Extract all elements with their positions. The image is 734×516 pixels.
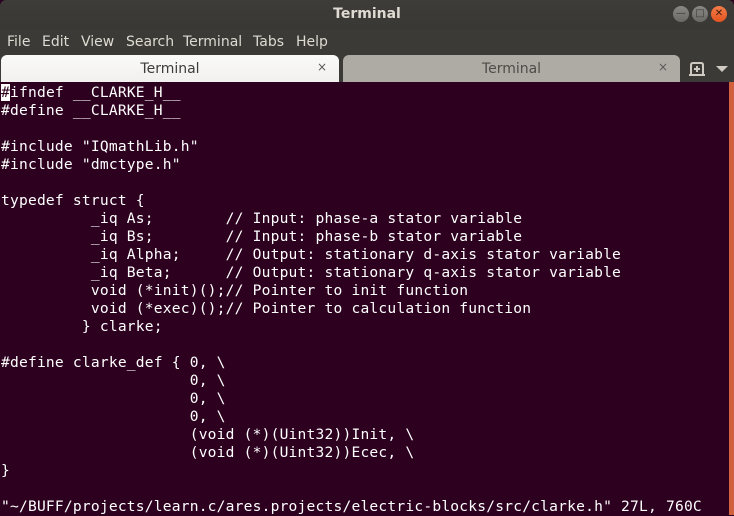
terminal-line: _iq Beta; // Output: stationary q-axis s… — [1, 264, 622, 281]
tab-close-icon[interactable]: × — [317, 60, 327, 74]
window-title: Terminal — [333, 6, 401, 22]
terminal-line: _iq Alpha; // Output: stationary d-axis … — [1, 246, 622, 263]
menu-bar: File Edit View Search Terminal Tabs Help — [0, 29, 734, 55]
tab-terminal-2[interactable]: Terminal × — [343, 55, 680, 82]
close-icon: ✕ — [714, 8, 724, 19]
minimize-icon: — — [676, 8, 686, 19]
terminal-line: } clarke; — [1, 318, 163, 335]
menu-help[interactable]: Help — [296, 34, 328, 50]
cursor: # — [1, 84, 10, 101]
close-button[interactable]: ✕ — [711, 6, 727, 22]
menu-search[interactable]: Search — [126, 34, 174, 50]
tab-close-icon[interactable]: × — [658, 60, 668, 74]
terminal-line: ifndef __CLARKE_H__ — [10, 84, 181, 101]
tab-menu-button[interactable] — [716, 66, 728, 72]
tab-label: Terminal — [481, 61, 542, 77]
tab-label: Terminal — [140, 61, 200, 77]
new-tab-button[interactable] — [688, 60, 706, 78]
terminal-line: 0, \ — [1, 372, 226, 389]
terminal-line: #include "dmctype.h" — [1, 156, 181, 173]
terminal-line: void (*exec)();// Pointer to calculation… — [1, 300, 532, 317]
minimize-button[interactable]: — — [673, 6, 689, 22]
terminal-line: (void (*)(Uint32))Ecec, \ — [1, 444, 415, 461]
terminal-line: 0, \ — [1, 408, 226, 425]
vim-status-line: "~/BUFF/projects/learn.c/ares.projects/e… — [1, 498, 702, 515]
terminal-line: _iq Bs; // Input: phase-b stator variabl… — [1, 228, 523, 245]
menu-edit[interactable]: Edit — [42, 34, 69, 50]
menu-file[interactable]: File — [7, 34, 30, 50]
scrollbar[interactable] — [729, 82, 734, 515]
terminal-content: #ifndef __CLARKE_H__ #define __CLARKE_H_… — [1, 84, 621, 480]
new-tab-icon — [689, 62, 705, 76]
terminal-area[interactable]: #ifndef __CLARKE_H__ #define __CLARKE_H_… — [0, 82, 729, 515]
menu-terminal[interactable]: Terminal — [183, 34, 242, 50]
terminal-line: #define clarke_def { 0, \ — [1, 354, 226, 371]
menu-view[interactable]: View — [81, 34, 114, 50]
menu-tabs[interactable]: Tabs — [253, 34, 284, 50]
maximize-icon: □ — [695, 8, 705, 19]
tab-terminal-1[interactable]: Terminal × — [1, 55, 339, 82]
terminal-line: typedef struct { — [1, 192, 145, 209]
terminal-line: _iq As; // Input: phase-a stator variabl… — [1, 210, 523, 227]
title-bar[interactable]: Terminal — □ ✕ — [0, 0, 734, 29]
terminal-line: void (*init)();// Pointer to init functi… — [1, 282, 469, 299]
terminal-line: } — [1, 462, 10, 479]
maximize-button[interactable]: □ — [692, 6, 708, 22]
terminal-line: (void (*)(Uint32))Init, \ — [1, 426, 415, 443]
terminal-line: 0, \ — [1, 390, 226, 407]
terminal-line: #include "IQmathLib.h" — [1, 138, 199, 155]
terminal-line: #define __CLARKE_H__ — [1, 102, 181, 119]
tab-bar: Terminal × Terminal × — [0, 55, 734, 82]
